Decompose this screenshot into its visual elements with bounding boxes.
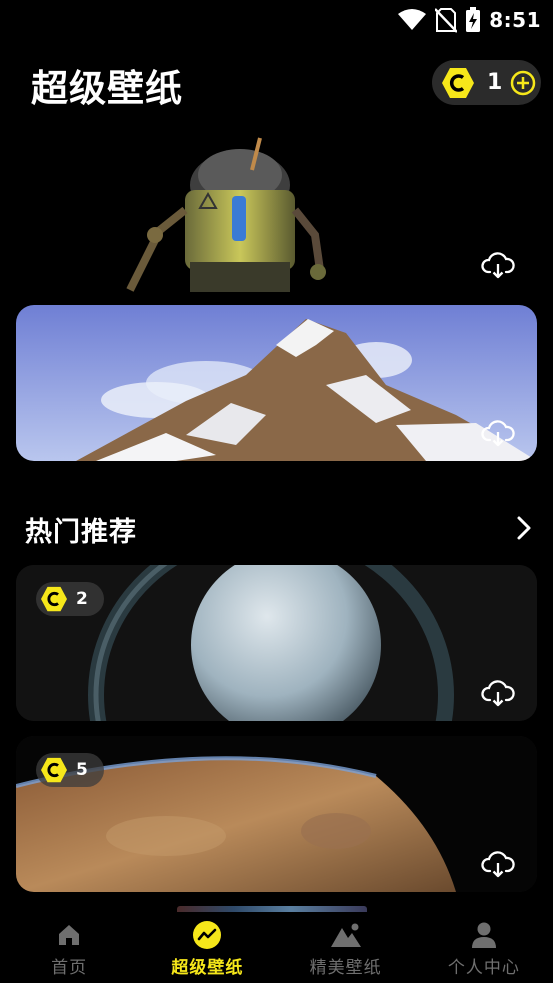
coin-icon xyxy=(442,67,474,98)
price-value: 2 xyxy=(76,589,88,609)
nav-item-home[interactable]: 首页 xyxy=(0,912,138,983)
section-title: 热门推荐 xyxy=(25,517,137,548)
status-icons: 8:51 xyxy=(397,6,541,34)
cloud-download-icon xyxy=(481,420,515,447)
cloud-download-icon xyxy=(481,680,515,707)
bottom-nav: 首页 超级壁纸 精美壁纸 个人中心 xyxy=(0,912,553,983)
no-sim-icon xyxy=(435,8,458,33)
cloud-download-icon xyxy=(481,851,515,878)
download-button[interactable] xyxy=(481,250,515,280)
price-value: 5 xyxy=(76,760,88,780)
price-badge: 5 xyxy=(36,753,104,787)
wallpaper-card[interactable]: 2 xyxy=(16,565,537,721)
price-badge: 2 xyxy=(36,582,104,616)
chevron-right-icon[interactable] xyxy=(513,514,535,542)
download-button[interactable] xyxy=(481,418,515,448)
home-icon xyxy=(53,920,85,950)
status-bar: 8:51 xyxy=(0,0,553,40)
wallpaper-card[interactable]: 5 xyxy=(16,736,537,892)
nav-label: 个人中心 xyxy=(447,958,520,978)
coin-icon xyxy=(41,757,67,783)
coin-icon xyxy=(41,586,67,612)
page-title: 超级壁纸 xyxy=(31,67,183,110)
nav-item-profile[interactable]: 个人中心 xyxy=(415,912,553,983)
wave-icon xyxy=(191,920,223,950)
add-coin-icon[interactable] xyxy=(510,70,536,96)
nav-item-fine-wallpaper[interactable]: 精美壁纸 xyxy=(277,912,415,983)
nav-label: 精美壁纸 xyxy=(309,958,382,978)
robot-wallpaper-image[interactable] xyxy=(90,130,350,292)
mountain-wallpaper-card[interactable] xyxy=(16,305,537,461)
mountain-wallpaper-image xyxy=(16,305,537,461)
nav-item-super-wallpaper[interactable]: 超级壁纸 xyxy=(138,912,276,983)
coin-balance-button[interactable]: 1 xyxy=(432,60,541,105)
status-time: 8:51 xyxy=(489,8,541,32)
download-button[interactable] xyxy=(481,678,515,708)
coin-count: 1 xyxy=(487,70,503,95)
nav-label: 首页 xyxy=(51,958,88,978)
battery-charging-icon xyxy=(466,7,481,32)
person-icon xyxy=(468,920,500,950)
mountain-image-icon xyxy=(330,920,362,950)
download-button[interactable] xyxy=(481,849,515,879)
wifi-icon xyxy=(398,9,427,30)
nav-label: 超级壁纸 xyxy=(171,958,244,978)
cloud-download-icon xyxy=(481,252,515,279)
